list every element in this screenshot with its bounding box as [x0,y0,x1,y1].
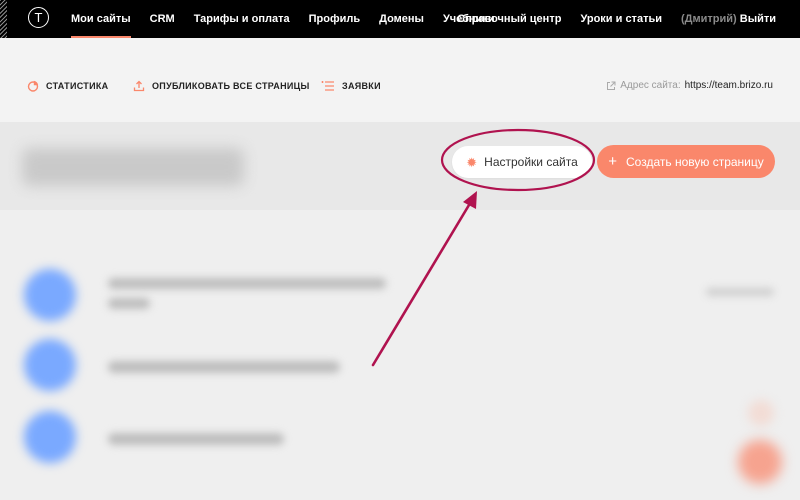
external-link-icon [607,81,616,90]
project-title-blurred [22,148,244,186]
statistics-link[interactable]: СТАТИСТИКА [27,80,108,92]
page-title-line [108,298,150,309]
site-settings-button[interactable]: ✹ Настройки сайта [452,146,592,178]
site-address-link[interactable]: https://team.brizo.ru [685,80,773,91]
page-thumbnail [24,339,76,391]
leads-label: ЗАЯВКИ [342,81,381,91]
site-address-label: Адрес сайта: [620,80,681,91]
nav-domains[interactable]: Домены [379,0,424,38]
logout-link[interactable]: Выйти [740,13,776,25]
nav-lessons[interactable]: Уроки и статьи [580,0,662,38]
list-icon [321,81,334,91]
secondary-nav: Справочный центр Уроки и статьи (Дмитрий… [457,0,776,38]
decorative-pattern [0,0,7,38]
project-toolbar: СТАТИСТИКА ОПУБЛИКОВАТЬ ВСЕ СТРАНИЦЫ ЗАЯ… [0,38,800,122]
user-name: (Дмитрий) [680,13,737,25]
logo-letter: T [34,10,43,25]
top-navigation-bar: T Мои сайты CRM Тарифы и оплата Профиль … [0,0,800,38]
publish-all-link[interactable]: ОПУБЛИКОВАТЬ ВСЕ СТРАНИЦЫ [133,80,310,92]
nav-profile[interactable]: Профиль [309,0,360,38]
pie-chart-icon [27,80,39,92]
statistics-label: СТАТИСТИКА [46,81,109,91]
page-title-line [108,361,340,373]
page-thumbnail [24,411,76,463]
nav-plans-billing[interactable]: Тарифы и оплата [194,0,290,38]
plus-icon: + [608,153,618,170]
nav-my-sites[interactable]: Мои сайты [71,0,131,38]
gear-icon: ✹ [466,154,478,170]
page-list-blurred [0,210,800,500]
site-settings-label: Настройки сайта [484,155,578,169]
page-thumbnail [24,269,76,321]
leads-link[interactable]: ЗАЯВКИ [321,80,381,92]
page-title-line [108,278,386,289]
site-address: Адрес сайта: https://team.brizo.ru [606,80,773,91]
create-page-label: Создать новую страницу [626,154,764,169]
user-account: (Дмитрий) Выйти [681,0,776,38]
tilda-logo[interactable]: T [28,7,49,28]
list-item[interactable] [0,330,800,400]
create-page-button[interactable]: + Создать новую страницу [597,145,775,178]
page-meta-line [706,288,774,296]
chat-button-blurred [738,440,782,484]
nav-help-center[interactable]: Справочный центр [457,0,561,38]
list-item[interactable] [0,402,800,472]
help-bubble-blurred [748,400,774,426]
publish-all-label: ОПУБЛИКОВАТЬ ВСЕ СТРАНИЦЫ [152,81,310,91]
list-item[interactable] [0,260,800,330]
page-title-line [108,433,284,445]
project-header: ✹ Настройки сайта + Создать новую страни… [0,122,800,210]
upload-icon [133,80,145,92]
main-nav: Мои сайты CRM Тарифы и оплата Профиль До… [71,0,495,38]
nav-crm[interactable]: CRM [150,0,175,38]
